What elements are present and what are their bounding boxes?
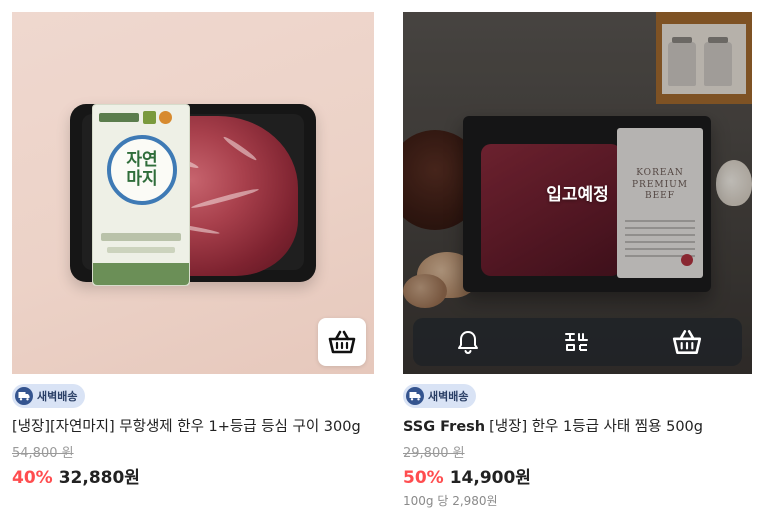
truck-icon xyxy=(406,387,424,405)
badge-label: 새벽배송 xyxy=(37,390,78,403)
brand-name[interactable]: SSG Fresh xyxy=(403,419,485,435)
badge-label: 새벽배송 xyxy=(428,390,469,403)
product-action-bar xyxy=(413,318,742,366)
logo-text: 자연마지 xyxy=(126,150,158,189)
original-price: 54,800 원 xyxy=(12,446,74,461)
sale-price: 32,880원 xyxy=(58,468,140,488)
dawn-delivery-badge: 새벽배송 xyxy=(403,384,477,408)
package-label: 자연마지 xyxy=(92,104,190,286)
product-title[interactable]: SSG Fresh [냉장] 한우 1등급 사태 찜용 500g xyxy=(403,416,752,438)
discount-rate: 40% xyxy=(12,468,53,488)
product-title-text[interactable]: [냉장][자연마지] 무항생제 한우 1+등급 등심 구이 300g xyxy=(12,419,361,435)
product-image[interactable]: KOREAN PREMIUM BEEF 입고예정 xyxy=(403,12,752,374)
restock-alert-button[interactable] xyxy=(444,322,492,362)
add-to-cart-button[interactable] xyxy=(663,322,711,362)
basket-icon xyxy=(328,330,356,354)
basket-icon xyxy=(673,330,702,354)
product-card[interactable]: KOREAN PREMIUM BEEF 입고예정 새벽배송 SSG Fresh … xyxy=(403,12,752,509)
discount-rate: 50% xyxy=(403,468,444,488)
chat-icon xyxy=(565,333,589,351)
dawn-delivery-badge: 새벽배송 xyxy=(12,384,86,408)
bell-icon xyxy=(457,331,478,355)
brand-logo: 자연마지 xyxy=(107,135,177,205)
truck-icon xyxy=(15,387,33,405)
sale-price: 14,900원 xyxy=(449,468,531,488)
unit-price: 100g 당 2,980원 xyxy=(403,494,498,508)
restock-status: 입고예정 xyxy=(546,185,609,205)
inquiry-button[interactable] xyxy=(553,322,601,362)
original-price: 29,800 원 xyxy=(403,446,465,461)
price-row: 50% 14,900원 xyxy=(403,463,752,488)
product-card[interactable]: 자연마지 새벽배송 [냉장][자연마지] 무항생제 한우 1+등급 등심 구이 … xyxy=(12,12,374,488)
product-title[interactable]: [냉장][자연마지] 무항생제 한우 1+등급 등심 구이 300g xyxy=(12,416,374,438)
product-image[interactable]: 자연마지 xyxy=(12,12,374,374)
price-row: 40% 32,880원 xyxy=(12,463,374,488)
product-title-text[interactable]: [냉장] 한우 1등급 사태 찜용 500g xyxy=(489,419,703,435)
add-to-cart-button[interactable] xyxy=(318,318,366,366)
